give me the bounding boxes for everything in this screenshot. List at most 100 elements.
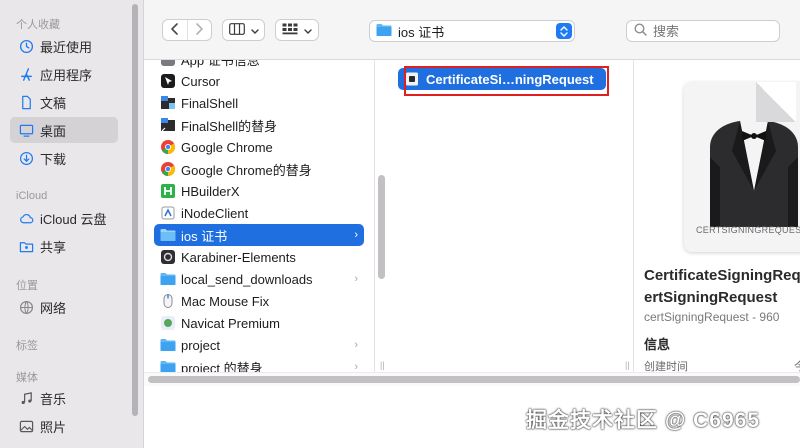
list-item-mac-mouse-fix[interactable]: Mac Mouse Fix <box>154 290 364 312</box>
up-down-chevron-icon <box>556 23 572 39</box>
tuxedo-icon <box>710 121 798 227</box>
sidebar-item-recents[interactable]: 最近使用 <box>10 33 118 59</box>
search-icon <box>634 23 647 39</box>
created-label: 创建时间 <box>644 361 688 372</box>
folder-icon <box>376 23 392 39</box>
sidebar-item-downloads[interactable]: 下载 <box>10 145 118 171</box>
column-resize-handle[interactable]: || <box>625 360 630 370</box>
path-popup[interactable]: ios 证书 <box>369 20 575 42</box>
chevron-right-icon: › <box>354 273 358 285</box>
list-item-finalshell-alias[interactable]: FinalShell的替身 <box>154 114 364 136</box>
sidebar: 个人收藏 最近使用 应用程序 文稿 桌面 下载 iCloud iCloud 云盘… <box>0 0 144 448</box>
chevron-right-icon: › <box>354 339 358 351</box>
sidebar-item-network[interactable]: 网络 <box>10 294 118 320</box>
cursor-app-icon <box>160 73 176 89</box>
watermark: 掘金技术社区 @ C6965 <box>526 409 761 432</box>
folder-icon <box>160 337 176 353</box>
sidebar-item-label: 下载 <box>40 151 67 167</box>
list-item-local-send-downloads[interactable]: local_send_downloads › <box>154 268 364 290</box>
view-mode-button[interactable] <box>222 19 265 41</box>
sidebar-item-icloud-drive[interactable]: iCloud 云盘 <box>10 205 118 231</box>
info-heading: 信息 <box>644 337 671 352</box>
list-item-project[interactable]: project › <box>154 334 364 356</box>
preview-pane: CERTSIGNINGREQUEST CertificateSigningReq… <box>634 60 800 372</box>
network-icon <box>18 299 34 315</box>
list-item-finalshell[interactable]: FinalShell <box>154 92 364 114</box>
search-input[interactable] <box>653 23 773 39</box>
list-item-google-chrome[interactable]: Google Chrome <box>154 136 364 158</box>
sidebar-item-label: 照片 <box>40 419 67 435</box>
column-browser-2: CertificateSi…ningRequest <box>388 60 634 372</box>
sidebar-item-label: 文稿 <box>40 95 67 111</box>
columns-view-icon <box>228 22 245 38</box>
group-button[interactable] <box>275 19 319 41</box>
sidebar-item-applications[interactable]: 应用程序 <box>10 61 118 87</box>
column1-scrollbar[interactable] <box>378 175 385 279</box>
path-title: ios 证书 <box>398 24 445 40</box>
download-icon <box>18 150 34 166</box>
folder-icon <box>160 227 176 243</box>
sidebar-item-documents[interactable]: 文稿 <box>10 89 118 115</box>
preview-subtitle: certSigningRequest - 960 <box>644 310 780 324</box>
sidebar-item-label: iCloud 云盘 <box>40 211 107 227</box>
sidebar-item-label: 应用程序 <box>40 67 93 83</box>
chevron-down-icon <box>304 23 312 38</box>
sidebar-item-photos[interactable]: 照片 <box>10 413 118 439</box>
folder-icon <box>160 359 176 372</box>
sidebar-item-label: 音乐 <box>40 391 67 407</box>
highlight-box <box>404 66 609 96</box>
grid-group-icon <box>282 23 298 38</box>
created-value: 今 <box>794 361 800 372</box>
back-button[interactable] <box>163 20 187 40</box>
list-item-cursor[interactable]: Cursor <box>154 70 364 92</box>
search-field[interactable] <box>626 20 780 42</box>
list-item-hbuilderx[interactable]: HBuilderX <box>154 180 364 202</box>
list-item-google-chrome-alias[interactable]: Google Chrome的替身 <box>154 158 364 180</box>
music-icon <box>18 390 34 406</box>
sidebar-section-locations: 位置 <box>16 280 38 292</box>
file-type-label: CERTSIGNINGREQUEST <box>696 225 800 235</box>
finalshell-app-icon <box>160 95 176 111</box>
sidebar-section-tags[interactable]: 标签 <box>16 337 38 353</box>
chrome-icon <box>160 139 176 155</box>
shared-folder-icon <box>18 238 34 254</box>
sidebar-section-favorites: 个人收藏 <box>16 19 60 31</box>
sidebar-item-desktop[interactable]: 桌面 <box>10 117 118 143</box>
sidebar-item-label: 共享 <box>40 239 67 255</box>
photos-icon <box>18 418 34 434</box>
mouse-icon <box>160 293 176 309</box>
horizontal-scrollbar[interactable] <box>148 376 800 383</box>
forward-button[interactable] <box>186 20 211 40</box>
list-item-ios-certs[interactable]: ios 证书 › <box>154 224 364 246</box>
list-item-project-alias[interactable]: project 的替身 › <box>154 356 364 372</box>
apps-icon <box>18 66 34 82</box>
list-item-navicat[interactable]: Navicat Premium <box>154 312 364 334</box>
document-icon <box>18 94 34 110</box>
chrome-icon <box>160 161 176 177</box>
inode-app-icon <box>160 205 176 221</box>
column-resize-handle[interactable]: || <box>380 360 385 370</box>
chevron-right-icon: › <box>354 361 358 372</box>
sidebar-item-shared[interactable]: 共享 <box>10 233 118 259</box>
chevron-left-icon <box>170 22 180 38</box>
chevron-down-icon <box>250 23 259 38</box>
sidebar-scrollbar[interactable] <box>132 4 138 416</box>
cloud-icon <box>18 210 34 226</box>
column-browser-1: App 证书信息 Cursor FinalShell FinalShell的替身… <box>144 60 375 372</box>
sidebar-item-music[interactable]: 音乐 <box>10 385 118 411</box>
chevron-right-icon: › <box>354 229 358 241</box>
sidebar-section-media: 媒体 <box>16 372 38 384</box>
sidebar-item-label: 桌面 <box>40 123 67 139</box>
sidebar-item-label: 最近使用 <box>40 39 93 55</box>
finalshell-alias-icon <box>160 117 176 133</box>
toolbar: ios 证书 <box>144 0 800 60</box>
list-item-inodeclient[interactable]: iNodeClient <box>154 202 364 224</box>
page-fold <box>756 82 796 122</box>
sidebar-section-icloud: iCloud <box>16 190 48 202</box>
hbuilder-icon <box>160 183 176 199</box>
desktop-icon <box>18 122 34 138</box>
navicat-app-icon <box>160 315 176 331</box>
list-item[interactable]: App 证书信息 <box>154 60 364 70</box>
list-item-karabiner[interactable]: Karabiner-Elements <box>154 246 364 268</box>
app-icon <box>160 60 176 67</box>
